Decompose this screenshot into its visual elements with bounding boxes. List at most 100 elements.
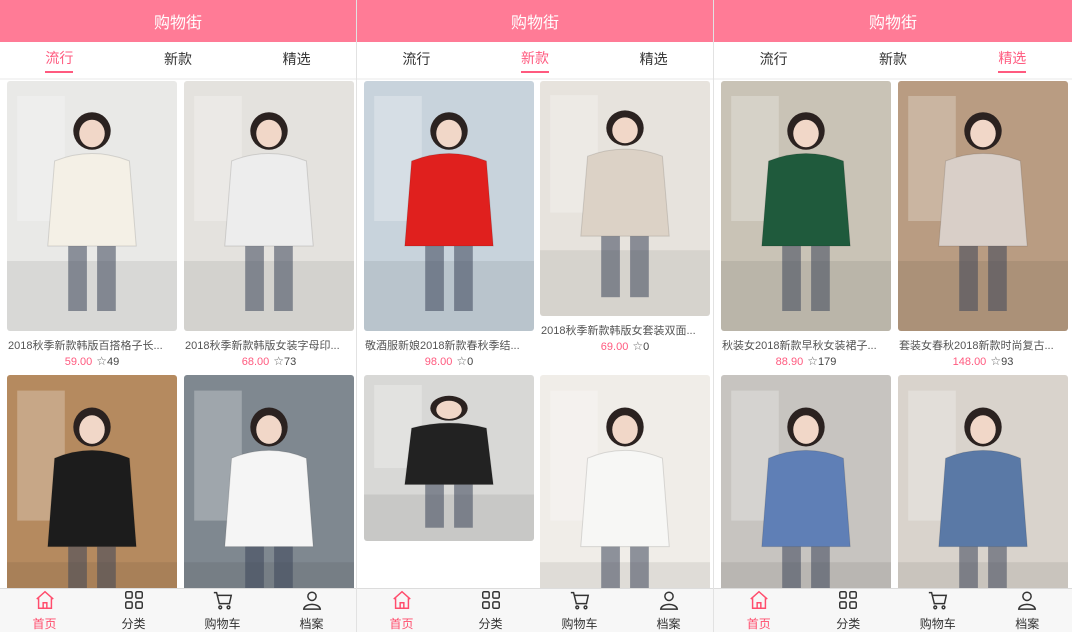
- product-image[interactable]: [184, 375, 354, 588]
- nav-label: 购物车: [919, 617, 956, 631]
- product-card[interactable]: [898, 375, 1068, 588]
- product-image[interactable]: [7, 375, 177, 588]
- nav-label: 档案: [656, 617, 681, 631]
- product-image[interactable]: [364, 375, 534, 541]
- home-icon: [34, 589, 56, 615]
- nav-label: 分类: [836, 617, 861, 631]
- tab-popular[interactable]: 流行: [714, 42, 833, 78]
- product-price: 69.00: [600, 341, 629, 353]
- product-card[interactable]: [364, 375, 534, 541]
- nav-home[interactable]: 首页: [357, 589, 446, 632]
- star-outline-icon: ☆: [807, 354, 818, 368]
- star-outline-icon: ☆: [273, 354, 285, 368]
- phone-screen: 购物街 流行 新款 精选 2018秋季新款韩版百搭格子长... 59.00 ☆49 201…: [0, 0, 357, 632]
- product-meta: 69.00 ☆0: [540, 339, 710, 354]
- tab-new[interactable]: 新款: [476, 42, 595, 78]
- product-title: 敬酒服新娘2018新款春秋季结...: [365, 340, 520, 352]
- product-image[interactable]: [898, 375, 1068, 588]
- product-image[interactable]: [184, 81, 354, 331]
- grid-icon: [480, 589, 502, 615]
- tab-bar: 流行 新款 精选: [357, 42, 713, 78]
- product-title: 2018秋季新款韩版女套装双面...: [541, 325, 696, 337]
- tab-bar: 流行 新款 精选: [0, 42, 356, 78]
- tab-label: 新款: [878, 50, 907, 67]
- product-price: 98.00: [424, 356, 453, 368]
- tab-label: 流行: [45, 48, 74, 73]
- tab-popular[interactable]: 流行: [0, 42, 119, 78]
- tab-featured[interactable]: 精选: [594, 42, 713, 78]
- nav-profile[interactable]: 档案: [983, 589, 1072, 632]
- bottom-nav: 首页 分类 购物车 档案: [0, 588, 356, 632]
- product-grid: 秋装女2018新款早秋女装裙子... 88.90 ☆179 套装女春秋2018新款时…: [714, 80, 1072, 588]
- tab-label: 精选: [998, 48, 1027, 73]
- nav-profile[interactable]: 档案: [267, 589, 356, 632]
- nav-cart[interactable]: 购物车: [893, 589, 983, 632]
- product-card[interactable]: 2018秋季新款韩版女装字母印... 68.00 ☆73: [184, 81, 354, 369]
- product-card[interactable]: [540, 375, 710, 588]
- nav-label: 购物车: [204, 617, 241, 631]
- tab-label: 流行: [759, 50, 788, 67]
- bottom-nav: 首页 分类 购物车 档案: [357, 588, 713, 632]
- cart-icon: [569, 589, 591, 615]
- phone-screen: 购物街 流行 新款 精选 敬酒服新娘2018新款春秋季结... 98.00 ☆0 2018…: [357, 0, 714, 632]
- product-price: 68.00: [241, 356, 270, 368]
- user-icon: [658, 589, 680, 615]
- nav-home[interactable]: 首页: [0, 589, 89, 632]
- product-grid: 敬酒服新娘2018新款春秋季结... 98.00 ☆0 2018秋季新款韩版女套装双…: [357, 80, 713, 588]
- product-title: 2018秋季新款韩版女装字母印...: [185, 340, 340, 352]
- product-image[interactable]: [721, 375, 891, 588]
- product-card[interactable]: [184, 375, 354, 588]
- grid-icon: [837, 589, 859, 615]
- nav-profile[interactable]: 档案: [624, 589, 713, 632]
- product-card[interactable]: [7, 375, 177, 588]
- home-icon: [391, 589, 413, 615]
- product-card[interactable]: 套装女春秋2018新款时尚复古... 148.00 ☆93: [898, 81, 1068, 369]
- product-card[interactable]: 2018秋季新款韩版女套装双面... 69.00 ☆0: [540, 81, 710, 354]
- product-image[interactable]: [721, 81, 891, 331]
- nav-cart[interactable]: 购物车: [535, 589, 624, 632]
- nav-label: 档案: [299, 617, 324, 631]
- tab-featured[interactable]: 精选: [237, 42, 356, 78]
- product-image[interactable]: [7, 81, 177, 331]
- tab-label: 流行: [402, 50, 431, 67]
- user-icon: [301, 589, 323, 615]
- nav-category[interactable]: 分类: [804, 589, 894, 632]
- product-card[interactable]: 2018秋季新款韩版百搭格子长... 59.00 ☆49: [7, 81, 177, 369]
- bottom-nav: 首页 分类 购物车 档案: [714, 588, 1072, 632]
- product-title: 秋装女2018新款早秋女装裙子...: [722, 340, 877, 352]
- nav-label: 购物车: [561, 617, 598, 631]
- tab-new[interactable]: 新款: [119, 42, 238, 78]
- product-meta: 88.90 ☆179: [721, 354, 891, 369]
- nav-home[interactable]: 首页: [714, 589, 804, 632]
- tab-new[interactable]: 新款: [833, 42, 952, 78]
- tab-featured[interactable]: 精选: [953, 42, 1072, 78]
- product-image[interactable]: [540, 81, 710, 316]
- nav-cart[interactable]: 购物车: [178, 589, 267, 632]
- user-icon: [1016, 589, 1038, 615]
- nav-category[interactable]: 分类: [89, 589, 178, 632]
- tab-popular[interactable]: 流行: [357, 42, 476, 78]
- nav-label: 首页: [389, 617, 414, 631]
- product-image[interactable]: [364, 81, 534, 331]
- product-price: 88.90: [775, 356, 804, 368]
- nav-label: 首页: [32, 617, 57, 631]
- favorite-count: 93: [1001, 356, 1014, 368]
- home-icon: [748, 589, 770, 615]
- product-card[interactable]: 敬酒服新娘2018新款春秋季结... 98.00 ☆0: [364, 81, 534, 369]
- favorite-count: 73: [284, 356, 297, 368]
- product-price: 148.00: [952, 356, 987, 368]
- nav-category[interactable]: 分类: [446, 589, 535, 632]
- nav-label: 档案: [1015, 617, 1040, 631]
- product-title: 2018秋季新款韩版百搭格子长...: [8, 340, 163, 352]
- favorite-count: 0: [643, 341, 650, 353]
- tab-label: 新款: [521, 48, 549, 73]
- nav-label: 首页: [746, 617, 771, 631]
- product-card[interactable]: [721, 375, 891, 588]
- nav-label: 分类: [121, 617, 146, 631]
- product-image[interactable]: [898, 81, 1068, 331]
- product-image[interactable]: [540, 375, 710, 588]
- product-price: 59.00: [64, 356, 93, 368]
- product-card[interactable]: 秋装女2018新款早秋女装裙子... 88.90 ☆179: [721, 81, 891, 369]
- favorite-count: 179: [817, 356, 837, 368]
- product-title: 套装女春秋2018新款时尚复古...: [899, 340, 1054, 352]
